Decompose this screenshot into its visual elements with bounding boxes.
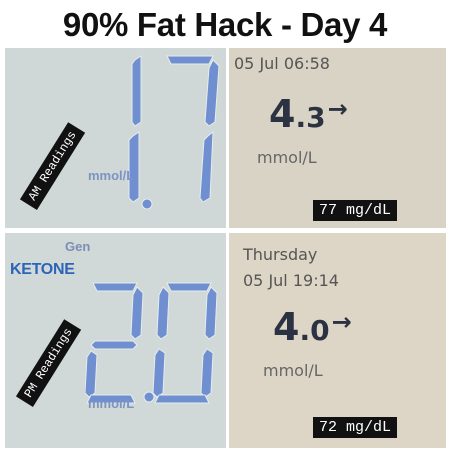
am-ketone-meter-display: mmol/L AM Readings [5,48,226,228]
pm-ketone-meter-display: Gen KETONE mmol/L PM Readings [5,233,226,448]
pm-ketone-lcd-digits [85,282,218,404]
am-glucose-datetime: 05 Jul 06:58 [234,54,330,73]
pm-glucose-unit: mmol/L [263,361,323,380]
am-glucose-unit: mmol/L [257,148,317,167]
am-ketone-lcd-digits [128,55,220,210]
pm-glucose-decimal: .0 [299,314,330,347]
pm-glucose-datetime: 05 Jul 19:14 [243,271,339,290]
trend-arrow-icon: → [327,95,348,123]
pm-ketone-unit: mmol/L [88,396,135,411]
am-glucose-value: 4.3→ [269,92,348,136]
pm-glucose-mgdl: 72 mg/dL [313,417,398,438]
am-glucose-meter-display: 05 Jul 06:58 4.3→ mmol/L 77 mg/dL [229,48,446,228]
meter-ketone-label: KETONE [10,261,75,278]
am-glucose-whole: 4 [269,92,296,136]
am-glucose-decimal: .3 [295,101,326,134]
pm-glucose-day: Thursday [243,245,318,264]
am-readings-label: AM Readings [19,122,86,210]
am-glucose-mgdl: 77 mg/dL [313,200,398,221]
pm-glucose-value: 4.0→ [273,305,352,349]
pm-glucose-whole: 4 [273,305,300,349]
pm-glucose-meter-display: Thursday 05 Jul 19:14 4.0→ mmol/L 72 mg/… [229,233,446,448]
am-ketone-unit: mmol/L [88,168,135,183]
page-title: 90% Fat Hack - Day 4 [62,6,388,43]
trend-arrow-icon: → [331,308,352,336]
meter-gen-label: Gen [65,239,91,254]
pm-readings-label: PM Readings [15,319,82,407]
